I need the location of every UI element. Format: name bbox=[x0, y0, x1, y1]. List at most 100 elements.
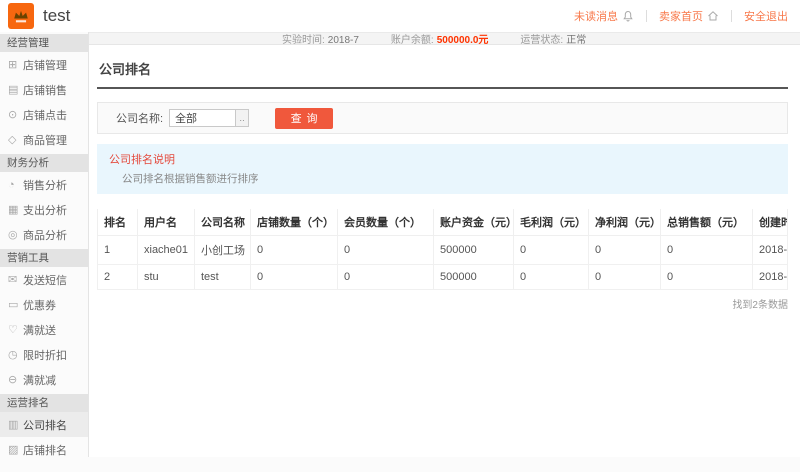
col-member-count: 会员数量（个） bbox=[338, 209, 434, 236]
page-title: 公司排名 bbox=[97, 55, 788, 89]
coupon-icon: ▭ bbox=[8, 298, 23, 311]
cell-create-time: 2018-7 bbox=[753, 236, 788, 265]
company-ranking-icon: ▥ bbox=[8, 418, 23, 431]
notice-box: 公司排名说明 公司排名根据销售额进行排序 bbox=[97, 144, 788, 194]
top-links: 未读消息 卖家首页 安全退出 bbox=[574, 0, 788, 32]
sales-analysis-icon: ◔ bbox=[8, 179, 23, 191]
sidebar-item-product-management[interactable]: ◇ 商品管理 bbox=[0, 127, 88, 152]
bell-icon bbox=[622, 10, 634, 22]
company-name-select[interactable]: 全部 ‥ bbox=[169, 109, 249, 127]
account-balance: 账户余额:500000.0元 bbox=[391, 31, 489, 46]
table-header-row: 排名 用户名 公司名称 店铺数量（个） 会员数量（个） 账户资金（元） 毛利润（… bbox=[98, 209, 788, 236]
notice-title: 公司排名说明 bbox=[109, 151, 776, 167]
shop-sales-icon: ▤ bbox=[8, 83, 23, 96]
unread-messages-label: 未读消息 bbox=[574, 8, 618, 24]
experiment-time: 实验时间:2018-7 bbox=[282, 31, 359, 46]
shop-clicks-icon: ⊙ bbox=[8, 108, 23, 121]
cell-account-funds: 500000 bbox=[434, 236, 514, 265]
logo-icon bbox=[8, 3, 34, 29]
cell-company-name: 小创工场 bbox=[195, 236, 251, 265]
cell-gross-profit: 0 bbox=[514, 265, 589, 290]
cell-net-profit: 0 bbox=[589, 265, 661, 290]
top-header: test 未读消息 卖家首页 安全退出 bbox=[0, 0, 800, 32]
sidebar-item-expense-analysis[interactable]: ▦ 支出分析 bbox=[0, 197, 88, 222]
sidebar-section-operation-mgmt: 经营管理 bbox=[0, 34, 88, 52]
sidebar: 经营管理 ⊞ 店铺管理 ▤ 店铺销售 ⊙ 店铺点击 ◇ 商品管理 财务分析 ◔ … bbox=[0, 32, 89, 472]
logo[interactable]: test bbox=[8, 3, 70, 29]
cell-username: xiache01 bbox=[138, 236, 195, 265]
seller-home-link[interactable]: 卖家首页 bbox=[659, 8, 719, 24]
logout-link[interactable]: 安全退出 bbox=[744, 8, 788, 24]
product-analysis-icon: ◎ bbox=[8, 228, 23, 241]
divider bbox=[731, 10, 732, 22]
sidebar-section-ranking: 运营排名 bbox=[0, 394, 88, 412]
sidebar-item-shop-clicks[interactable]: ⊙ 店铺点击 bbox=[0, 102, 88, 127]
cell-net-profit: 0 bbox=[589, 236, 661, 265]
expense-analysis-icon: ▦ bbox=[8, 203, 23, 216]
cell-company-name: test bbox=[195, 265, 251, 290]
cell-shop-count: 0 bbox=[251, 265, 338, 290]
info-bar: 实验时间:2018-7 账户余额:500000.0元 运营状态:正常 bbox=[89, 32, 800, 45]
sidebar-item-coupon[interactable]: ▭ 优惠券 bbox=[0, 292, 88, 317]
home-icon bbox=[707, 10, 719, 22]
query-button[interactable]: 查询 bbox=[275, 108, 333, 129]
ranking-table: 排名 用户名 公司名称 店铺数量（个） 会员数量（个） 账户资金（元） 毛利润（… bbox=[97, 209, 788, 290]
shop-ranking-icon: ▨ bbox=[8, 443, 23, 456]
logo-text: test bbox=[43, 6, 70, 26]
sidebar-item-reduction-promo[interactable]: ⊖ 满就减 bbox=[0, 367, 88, 392]
company-name-label: 公司名称: bbox=[116, 110, 163, 126]
filter-bar: 公司名称: 全部 ‥ 查询 bbox=[97, 102, 788, 134]
product-management-icon: ◇ bbox=[8, 133, 23, 146]
notice-body: 公司排名根据销售额进行排序 bbox=[109, 171, 776, 186]
cell-username: stu bbox=[138, 265, 195, 290]
table-row: 2 stu test 0 0 500000 0 0 0 2018-7 bbox=[98, 265, 788, 290]
col-rank: 排名 bbox=[98, 209, 138, 236]
app-window: test 未读消息 卖家首页 安全退出 bbox=[0, 0, 800, 472]
col-company-name: 公司名称 bbox=[195, 209, 251, 236]
col-net-profit: 净利润（元） bbox=[589, 209, 661, 236]
col-create-time: 创建时间 bbox=[753, 209, 788, 236]
reduction-promo-icon: ⊖ bbox=[8, 373, 23, 386]
divider bbox=[646, 10, 647, 22]
crown-icon bbox=[10, 5, 32, 27]
sms-icon: ✉ bbox=[8, 273, 23, 286]
shop-management-icon: ⊞ bbox=[8, 58, 23, 71]
cell-rank: 1 bbox=[98, 236, 138, 265]
seller-home-label: 卖家首页 bbox=[659, 8, 703, 24]
cell-total-sales: 0 bbox=[661, 265, 753, 290]
sidebar-section-finance-analysis: 财务分析 bbox=[0, 154, 88, 172]
col-total-sales: 总销售额（元） bbox=[661, 209, 753, 236]
logout-label: 安全退出 bbox=[744, 8, 788, 24]
sidebar-item-sales-analysis[interactable]: ◔ 销售分析 bbox=[0, 172, 88, 197]
limited-discount-icon: ◷ bbox=[8, 348, 23, 361]
cell-shop-count: 0 bbox=[251, 236, 338, 265]
sidebar-item-shop-management[interactable]: ⊞ 店铺管理 bbox=[0, 52, 88, 77]
gift-promo-icon: ♡ bbox=[8, 323, 23, 336]
operation-status: 运营状态:正常 bbox=[520, 31, 586, 46]
table-row: 1 xiache01 小创工场 0 0 500000 0 0 0 2018-7 bbox=[98, 236, 788, 265]
cell-member-count: 0 bbox=[338, 236, 434, 265]
sidebar-item-limited-discount[interactable]: ◷ 限时折扣 bbox=[0, 342, 88, 367]
col-username: 用户名 bbox=[138, 209, 195, 236]
col-gross-profit: 毛利润（元） bbox=[514, 209, 589, 236]
main-content: 公司排名 公司名称: 全部 ‥ 查询 公司排名说明 公司排名根据销售额进行排序 … bbox=[89, 45, 800, 472]
cell-create-time: 2018-7 bbox=[753, 265, 788, 290]
result-count-note: 找到2条数据 bbox=[97, 296, 788, 311]
cell-member-count: 0 bbox=[338, 265, 434, 290]
sidebar-item-product-analysis[interactable]: ◎ 商品分析 bbox=[0, 222, 88, 247]
cell-account-funds: 500000 bbox=[434, 265, 514, 290]
sidebar-section-marketing-tools: 营销工具 bbox=[0, 249, 88, 267]
sidebar-item-shop-sales[interactable]: ▤ 店铺销售 bbox=[0, 77, 88, 102]
sidebar-item-company-ranking[interactable]: ▥ 公司排名 bbox=[0, 412, 88, 437]
select-dropdown-handle[interactable]: ‥ bbox=[235, 110, 248, 126]
select-value: 全部 bbox=[170, 110, 197, 126]
unread-messages-link[interactable]: 未读消息 bbox=[574, 8, 634, 24]
cell-total-sales: 0 bbox=[661, 236, 753, 265]
cell-rank: 2 bbox=[98, 265, 138, 290]
col-account-funds: 账户资金（元） bbox=[434, 209, 514, 236]
bottom-strip bbox=[0, 457, 800, 472]
sidebar-item-send-sms[interactable]: ✉ 发送短信 bbox=[0, 267, 88, 292]
cell-gross-profit: 0 bbox=[514, 236, 589, 265]
col-shop-count: 店铺数量（个） bbox=[251, 209, 338, 236]
sidebar-item-gift-promo[interactable]: ♡ 满就送 bbox=[0, 317, 88, 342]
